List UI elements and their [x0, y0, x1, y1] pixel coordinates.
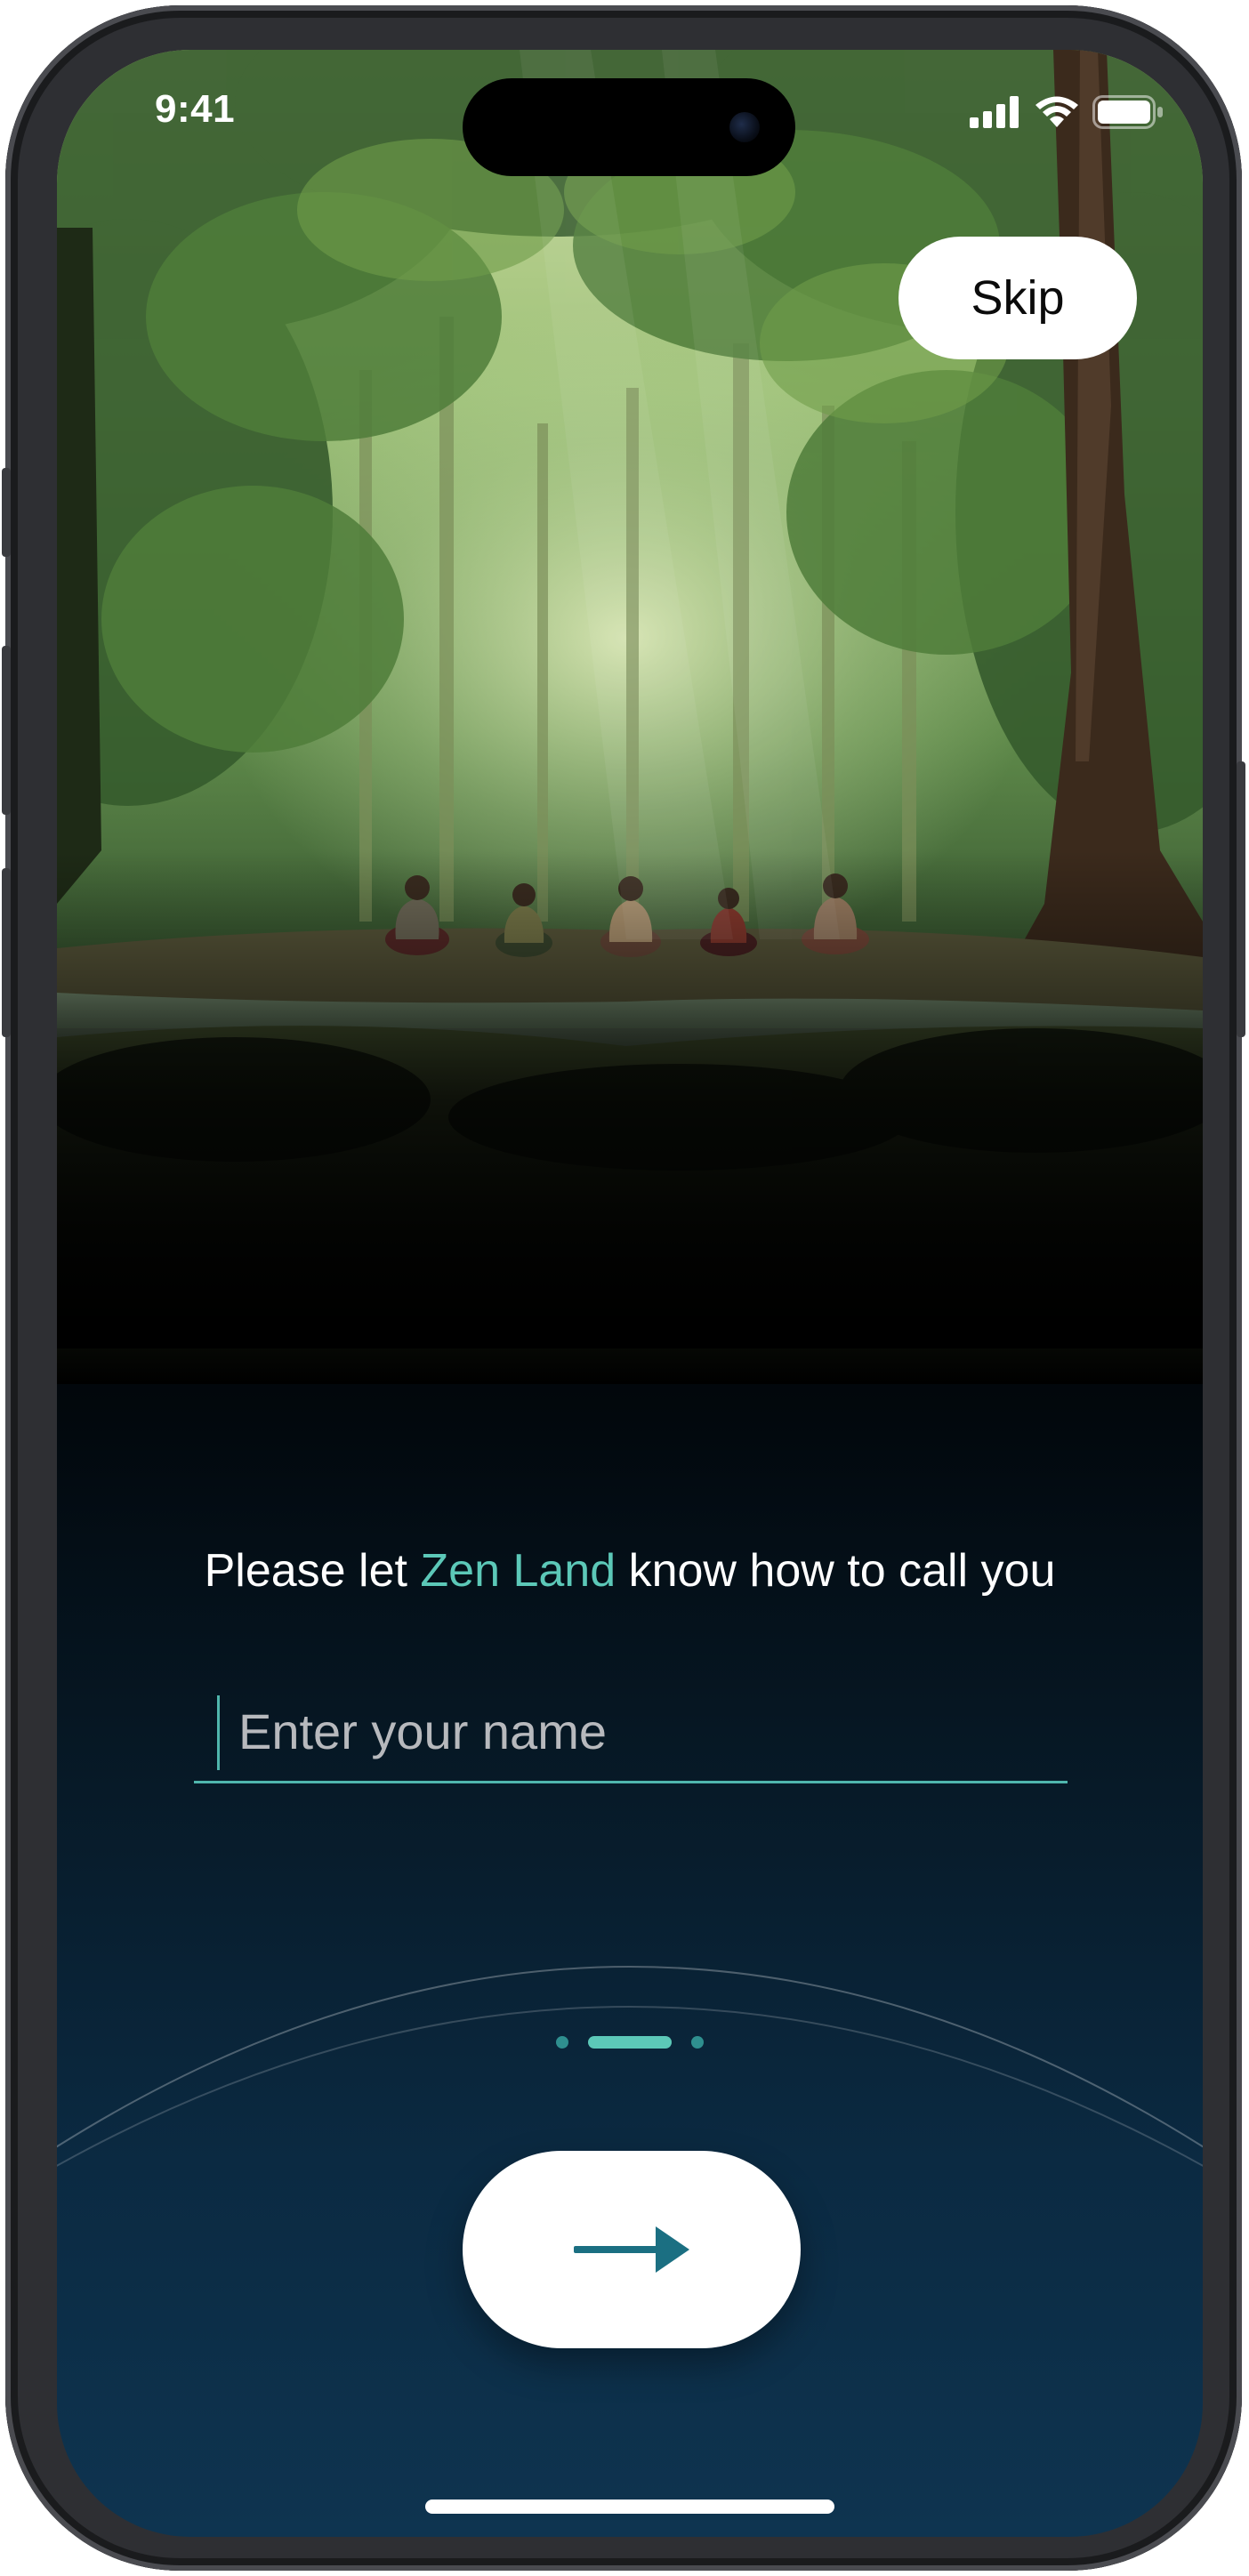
name-prompt: Please let Zen Land know how to call you	[57, 1544, 1203, 1598]
action-button	[2, 468, 11, 557]
page-dot-1	[556, 2036, 568, 2049]
status-time: 9:41	[155, 87, 236, 131]
brand-name: Zen Land	[420, 1545, 616, 1597]
volume-down-button	[2, 868, 11, 1037]
page-indicator	[57, 2033, 1203, 2051]
name-field	[194, 1678, 1068, 1783]
app-screen: 9:41 Skip Please let Zen Land know how t…	[57, 50, 1203, 2537]
cellular-signal-icon	[970, 96, 1019, 128]
text-caret	[217, 1695, 220, 1770]
wifi-icon	[1035, 96, 1078, 127]
name-input[interactable]	[237, 1690, 1041, 1772]
next-button[interactable]	[463, 2151, 801, 2348]
home-indicator[interactable]	[425, 2500, 834, 2514]
power-button	[1237, 761, 1245, 1037]
status-icons	[970, 94, 1164, 130]
prompt-text-after: know how to call you	[616, 1545, 1056, 1597]
prompt-text-before: Please let	[204, 1545, 421, 1597]
skip-button[interactable]: Skip	[898, 237, 1137, 359]
phone-frame: 9:41 Skip Please let Zen Land know how t…	[2, 5, 1245, 2571]
page-dot-3	[691, 2036, 704, 2049]
dynamic-island	[463, 78, 795, 176]
scene-fade	[57, 850, 1203, 1348]
page-dot-2-active	[588, 2036, 672, 2049]
front-camera	[729, 112, 760, 142]
volume-up-button	[2, 646, 11, 815]
battery-icon	[1092, 95, 1163, 129]
arrow-right-icon	[574, 2226, 689, 2273]
